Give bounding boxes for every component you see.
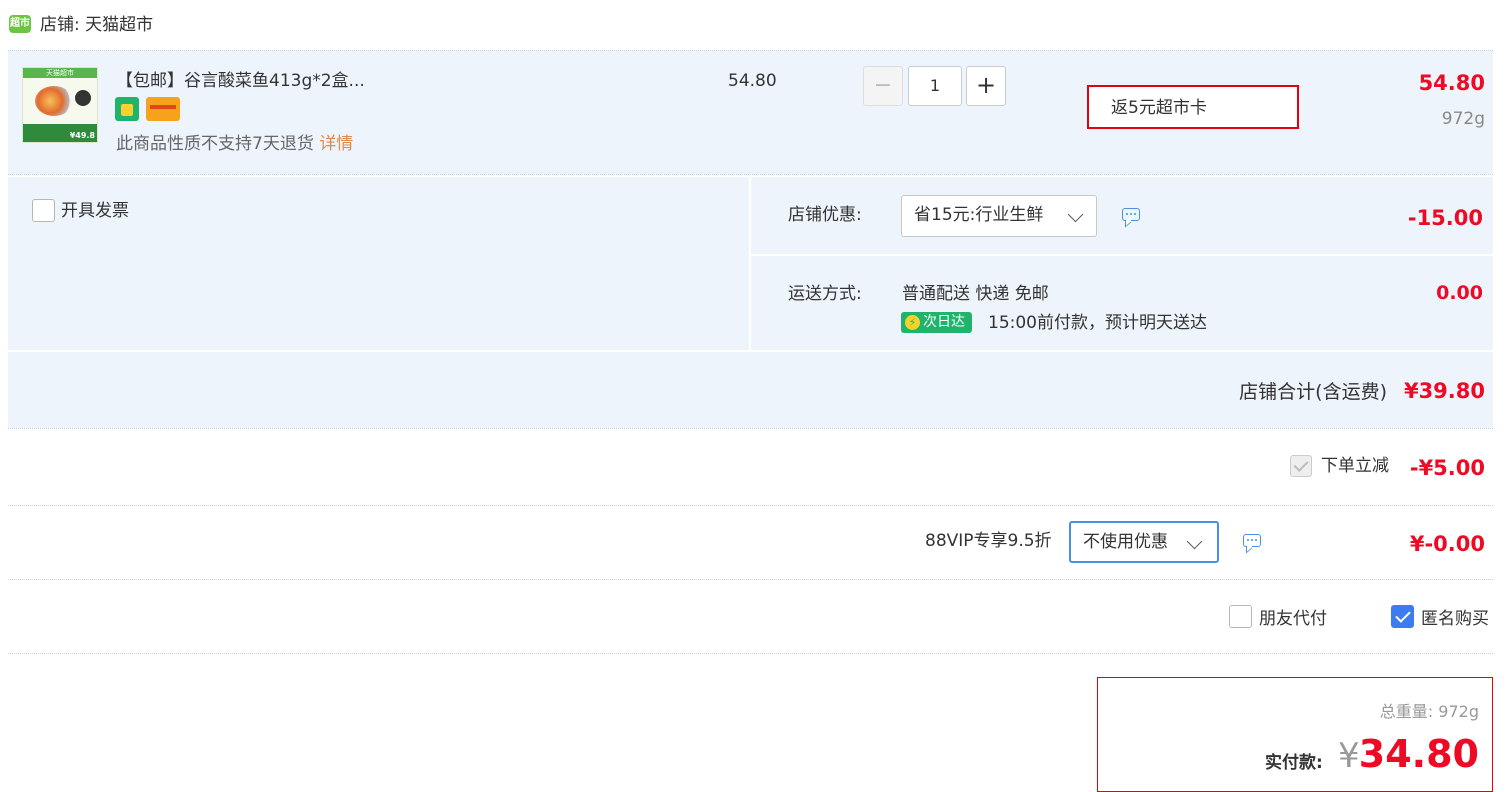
instant-discount-amount: -¥5.00 [1409, 456, 1485, 480]
store-discount-amount: -15.00 [1407, 206, 1483, 230]
instant-discount-label: 下单立减 [1321, 456, 1389, 476]
thumb-dish-icon [35, 86, 73, 116]
anonymous-label[interactable]: 匿名购买 [1421, 608, 1489, 630]
comment-icon[interactable] [1122, 208, 1140, 221]
friend-pay-label[interactable]: 朋友代付 [1259, 608, 1327, 630]
store-total-amount: ¥39.80 [1403, 379, 1485, 403]
pay-label: 实付款: [1265, 753, 1323, 773]
total-weight-value: 972g [1438, 702, 1479, 721]
anonymous-checkbox[interactable] [1391, 605, 1414, 628]
qty-plus-button[interactable]: + [966, 66, 1006, 106]
item-total: 54.80 [1418, 71, 1485, 95]
order-summary: 总重量: 972g 实付款: ¥ 34.80 [1097, 677, 1493, 792]
invoice-label[interactable]: 开具发票 [61, 200, 129, 222]
delivery-note: 15:00前付款，预计明天送达 [988, 313, 1207, 333]
currency-symbol: ¥ [1338, 736, 1360, 776]
return-policy: 此商品性质不支持7天退货 详情 [116, 133, 353, 155]
chevron-down-icon [1067, 206, 1084, 223]
total-weight: 总重量: 972g [1380, 702, 1479, 722]
shipping-method: 普通配送 快递 免邮 [902, 284, 1049, 304]
lightning-icon: ⚡ [905, 315, 920, 330]
quantity-input[interactable]: 1 [908, 66, 962, 106]
rebate-text: 返5元超市卡 [1111, 98, 1207, 118]
store-logo-icon: 超市 [9, 15, 31, 33]
card-badge-icon [146, 97, 180, 121]
vip-discount-value: 不使用优惠 [1083, 532, 1168, 552]
next-day-badge: ⚡ 次日达 [901, 312, 972, 333]
instant-discount-checkbox [1290, 455, 1312, 477]
rebate-box: 返5元超市卡 [1087, 85, 1299, 129]
thumb-cat-icon [75, 90, 91, 106]
check-icon [1293, 457, 1309, 472]
comment-icon[interactable] [1243, 534, 1261, 547]
store-discount-value: 省15元:行业生鲜 [914, 205, 1044, 225]
friend-pay-checkbox[interactable] [1229, 605, 1252, 628]
pay-amount: 34.80 [1358, 732, 1479, 776]
product-title[interactable]: 【包邮】谷言酸菜鱼413g*2盒... [116, 70, 365, 92]
shipping-panel [751, 256, 1493, 350]
chevron-down-icon [1186, 533, 1203, 550]
total-weight-label: 总重量: [1379, 702, 1434, 721]
bag-badge-icon [115, 97, 139, 121]
thumb-header: 天猫超市 [23, 68, 97, 78]
qty-minus-button[interactable]: − [863, 66, 903, 106]
store-name[interactable]: 店铺: 天猫超市 [40, 14, 153, 36]
return-policy-text: 此商品性质不支持7天退货 [116, 134, 314, 154]
unit-price: 54.80 [728, 71, 777, 91]
store-total-row: 店铺合计(含运费) ¥39.80 [8, 352, 1493, 428]
product-thumbnail[interactable]: 天猫超市 ¥49.8 [22, 67, 98, 143]
shipping-label: 运送方式: [788, 284, 862, 304]
vip-label: 88VIP专享9.5折 [925, 531, 1052, 551]
thumb-price: ¥49.8 [69, 131, 95, 140]
item-row: 天猫超市 ¥49.8 【包邮】谷言酸菜鱼413g*2盒... 此商品性质不支持7… [8, 51, 1493, 174]
item-weight: 972g [1441, 109, 1485, 129]
vip-discount-select[interactable]: 不使用优惠 [1069, 521, 1219, 563]
next-day-badge-text: 次日达 [923, 314, 965, 330]
store-discount-label: 店铺优惠: [788, 205, 862, 225]
vip-discount-amount: ¥-0.00 [1409, 532, 1485, 556]
store-discount-select[interactable]: 省15元:行业生鲜 [901, 195, 1097, 237]
details-link[interactable]: 详情 [319, 134, 353, 154]
store-total-label: 店铺合计(含运费) [1239, 381, 1387, 403]
shipping-amount: 0.00 [1436, 282, 1483, 304]
check-icon [1395, 607, 1411, 623]
invoice-checkbox[interactable] [32, 199, 55, 222]
